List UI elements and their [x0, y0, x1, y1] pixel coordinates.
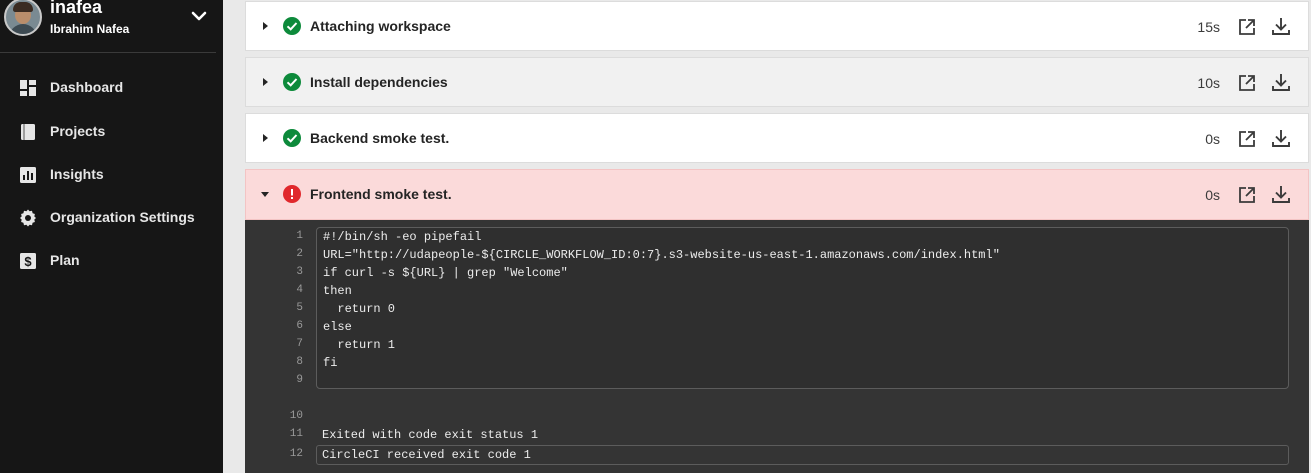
- terminal-line: 12 CircleCI received exit code 1: [245, 446, 1309, 464]
- dashboard-icon: [20, 80, 36, 96]
- download-icon[interactable]: [1271, 72, 1291, 92]
- step-name: Backend smoke test.: [310, 130, 450, 146]
- step-duration: 10s: [1197, 75, 1220, 91]
- org-switcher[interactable]: inafea Ibrahim Nafea: [0, 0, 223, 52]
- org-name: inafea: [50, 0, 103, 17]
- terminal-line: 9: [245, 372, 1309, 390]
- gear-icon: [20, 209, 36, 227]
- insights-icon: [20, 167, 36, 183]
- terminal-line: 7 return 1: [245, 336, 1309, 354]
- download-icon[interactable]: [1271, 16, 1291, 36]
- chevron-down-icon[interactable]: [190, 10, 208, 24]
- sidebar-item-projects[interactable]: Projects: [0, 115, 223, 149]
- sidebar-item-label: Dashboard: [50, 79, 124, 95]
- step-duration: 15s: [1197, 19, 1220, 35]
- line-number: 6: [296, 320, 303, 332]
- line-text: return 1: [323, 338, 396, 352]
- success-check-icon: [283, 129, 301, 147]
- line-number: 9: [296, 374, 303, 386]
- line-text: URL="http://udapeople-${CIRCLE_WORKFLOW_…: [323, 248, 1000, 262]
- step-duration: 0s: [1205, 187, 1220, 203]
- line-text: CircleCI received exit code 1: [322, 448, 531, 462]
- user-name: Ibrahim Nafea: [50, 22, 130, 36]
- line-text: then: [323, 284, 352, 298]
- terminal-line: 11 Exited with code exit status 1: [245, 426, 1309, 444]
- step-duration: 0s: [1205, 131, 1220, 147]
- open-external-icon[interactable]: [1238, 74, 1256, 92]
- sidebar-item-label: Projects: [50, 123, 106, 139]
- step-name: Frontend smoke test.: [310, 186, 452, 202]
- line-number: 10: [289, 410, 303, 422]
- terminal-line: 3 if curl -s ${URL} | grep "Welcome": [245, 264, 1309, 282]
- success-check-icon: [283, 73, 301, 91]
- step-name: Attaching workspace: [310, 18, 451, 34]
- sidebar-item-organization-settings[interactable]: Organization Settings: [0, 201, 223, 235]
- line-number: 7: [296, 338, 303, 350]
- line-text: #!/bin/sh -eo pipefail: [323, 230, 482, 244]
- line-text: if curl -s ${URL} | grep "Welcome": [323, 266, 568, 280]
- terminal-line: 6 else: [245, 318, 1309, 336]
- line-number: 3: [296, 266, 303, 278]
- caret-right-icon[interactable]: [260, 133, 270, 143]
- line-number: 4: [296, 284, 303, 296]
- step-row[interactable]: Backend smoke test. 0s: [245, 113, 1309, 163]
- line-number: 5: [296, 302, 303, 314]
- sidebar-item-plan[interactable]: $ Plan: [0, 244, 223, 278]
- line-number: 1: [296, 230, 303, 242]
- download-icon[interactable]: [1271, 128, 1291, 148]
- caret-right-icon[interactable]: [260, 21, 270, 31]
- step-row[interactable]: Install dependencies 10s: [245, 57, 1309, 107]
- open-external-icon[interactable]: [1238, 130, 1256, 148]
- terminal-line: 8 fi: [245, 354, 1309, 372]
- terminal-output[interactable]: 1 #!/bin/sh -eo pipefail 2 URL="http://u…: [245, 220, 1309, 473]
- terminal-line: 1 #!/bin/sh -eo pipefail: [245, 228, 1309, 246]
- step-row-failed[interactable]: Frontend smoke test. 0s: [245, 169, 1309, 220]
- open-external-icon[interactable]: [1238, 186, 1256, 204]
- line-number: 8: [296, 356, 303, 368]
- line-text: fi: [323, 356, 338, 370]
- open-external-icon[interactable]: [1238, 18, 1256, 36]
- step-name: Install dependencies: [310, 74, 448, 90]
- plan-dollar-icon: $: [20, 253, 36, 269]
- sidebar: inafea Ibrahim Nafea Dashboard Projects …: [0, 0, 223, 473]
- line-text: else: [323, 320, 352, 334]
- success-check-icon: [283, 17, 301, 35]
- line-text: return 0: [323, 302, 396, 316]
- sidebar-item-label: Plan: [50, 252, 80, 268]
- sidebar-item-label: Insights: [50, 166, 104, 182]
- sidebar-item-label: Organization Settings: [50, 209, 195, 225]
- error-icon: [283, 185, 301, 203]
- line-number: 12: [289, 448, 303, 460]
- job-steps-panel: Attaching workspace 15s Install dependen…: [223, 0, 1311, 473]
- terminal-line: 5 return 0: [245, 300, 1309, 318]
- line-text: Exited with code exit status 1: [322, 428, 539, 442]
- line-number: 11: [289, 428, 303, 440]
- avatar: [4, 0, 42, 36]
- svg-text:$: $: [24, 254, 32, 269]
- download-icon[interactable]: [1271, 184, 1291, 204]
- sidebar-item-dashboard[interactable]: Dashboard: [0, 71, 223, 105]
- caret-down-icon[interactable]: [260, 189, 270, 199]
- sidebar-divider: [0, 52, 216, 53]
- terminal-line: 2 URL="http://udapeople-${CIRCLE_WORKFLO…: [245, 246, 1309, 264]
- caret-right-icon[interactable]: [260, 77, 270, 87]
- step-row[interactable]: Attaching workspace 15s: [245, 1, 1309, 51]
- sidebar-item-insights[interactable]: Insights: [0, 158, 223, 192]
- terminal-line: 4 then: [245, 282, 1309, 300]
- projects-icon: [21, 124, 35, 140]
- terminal-line: 10: [245, 408, 1309, 426]
- line-number: 2: [296, 248, 303, 260]
